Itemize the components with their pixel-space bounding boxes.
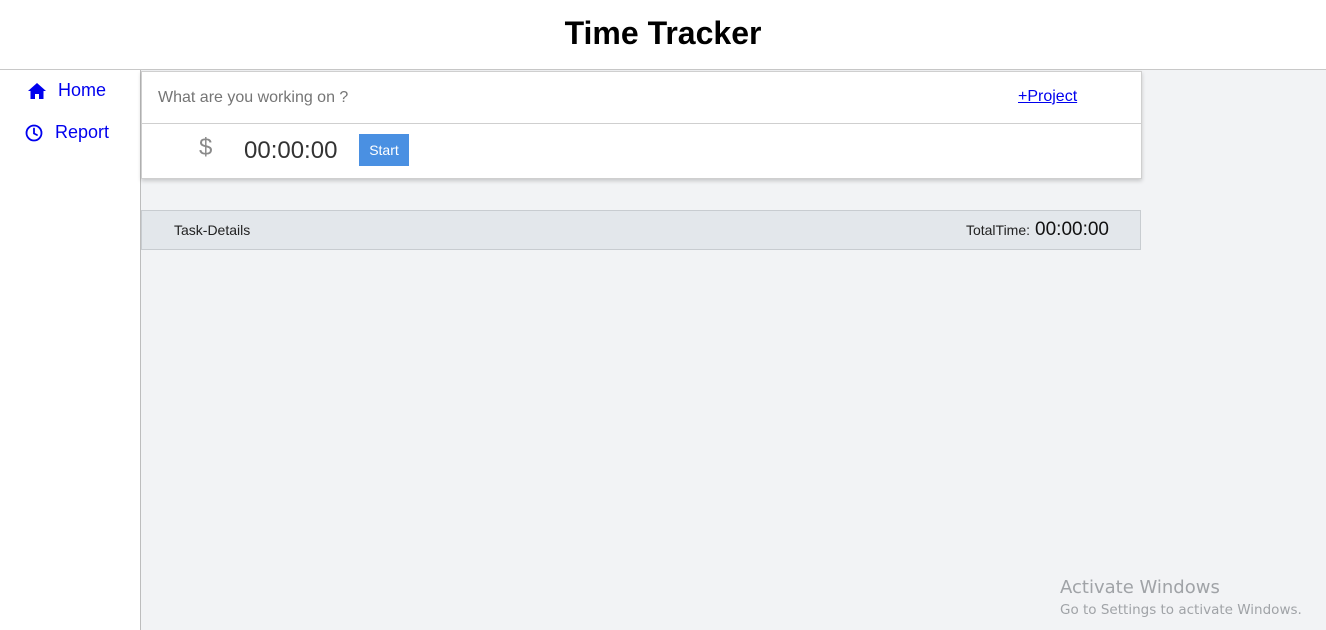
total-time-label: TotalTime: xyxy=(965,222,1031,238)
timer-display: 00:00:00 xyxy=(244,137,338,164)
entry-top-row: +Project xyxy=(142,72,1141,124)
watermark-subtitle: Go to Settings to activate Windows. xyxy=(1060,602,1302,618)
time-entry-card: +Project $ 00:00:00 Start xyxy=(141,71,1142,179)
page-title: Time Tracker xyxy=(564,15,762,51)
home-icon xyxy=(27,81,47,101)
sidebar-item-home[interactable]: Home xyxy=(27,80,106,101)
sidebar-item-report[interactable]: Report xyxy=(24,122,109,143)
clock-icon xyxy=(24,123,44,143)
task-details-label: Task-Details xyxy=(174,222,251,238)
watermark-title: Activate Windows xyxy=(1060,577,1220,598)
activate-windows-watermark: Activate Windows Go to Settings to activ… xyxy=(1060,577,1302,618)
main-content: +Project $ 00:00:00 Start Task-Details T… xyxy=(141,70,1326,630)
add-project-link[interactable]: +Project xyxy=(1018,88,1077,106)
task-description-input[interactable] xyxy=(142,72,982,123)
app-header: Time Tracker xyxy=(0,0,1326,70)
billable-dollar-icon[interactable]: $ xyxy=(199,134,212,162)
task-details-bar: Task-Details TotalTime: 00:00:00 xyxy=(141,210,1141,250)
total-time: TotalTime: 00:00:00 xyxy=(966,219,1109,241)
total-time-value: 00:00:00 xyxy=(1035,219,1109,240)
start-button[interactable]: Start xyxy=(359,134,409,166)
sidebar-item-label: Report xyxy=(55,122,110,142)
sidebar-item-label: Home xyxy=(58,80,107,100)
sidebar: Home Report xyxy=(0,70,141,630)
